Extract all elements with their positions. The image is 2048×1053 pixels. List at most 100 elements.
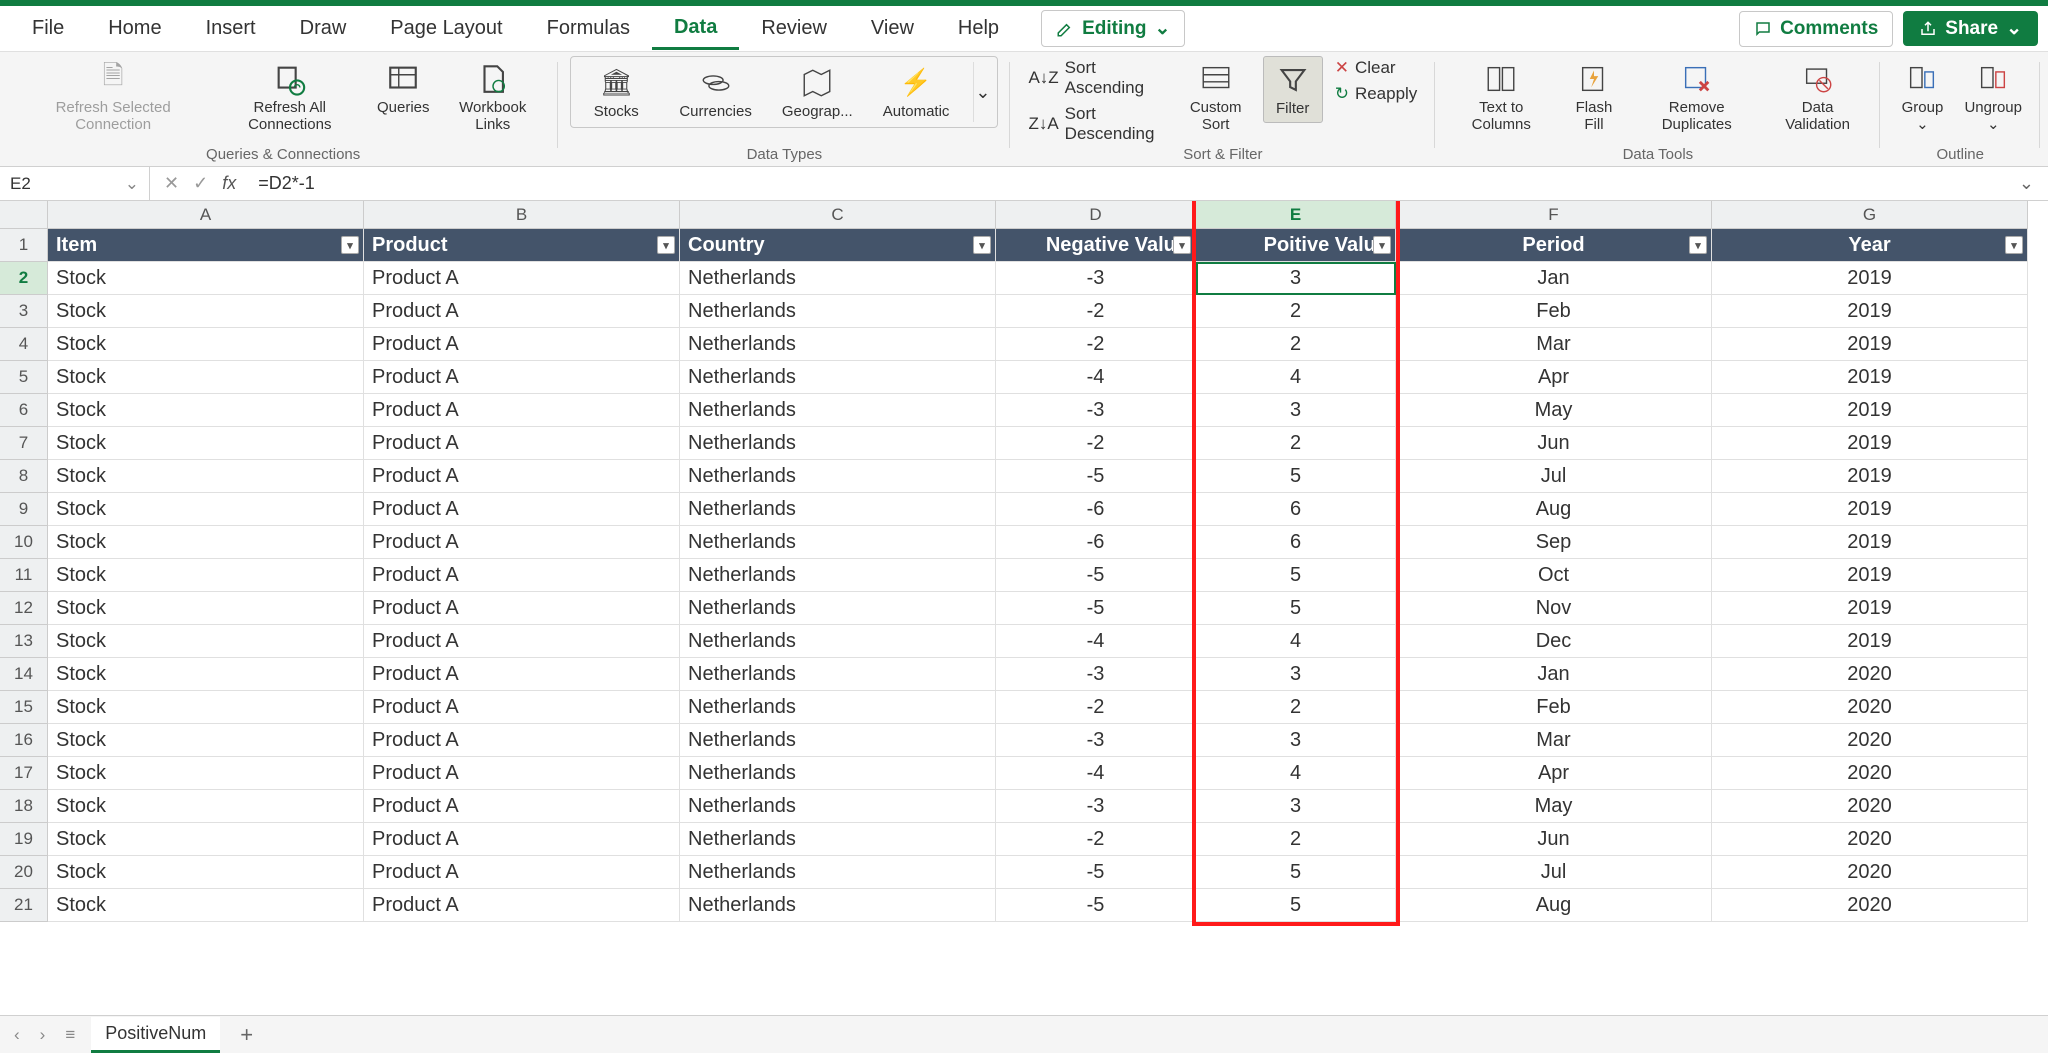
cell[interactable]: 3 xyxy=(1196,790,1396,823)
cell[interactable]: -5 xyxy=(996,889,1196,922)
cell[interactable]: 2019 xyxy=(1712,559,2028,592)
cell[interactable]: Netherlands xyxy=(680,592,996,625)
cell[interactable]: Stock xyxy=(48,559,364,592)
cell[interactable]: -3 xyxy=(996,790,1196,823)
cancel-formula-icon[interactable]: ✕ xyxy=(164,173,179,194)
cell[interactable]: 5 xyxy=(1196,592,1396,625)
column-header-B[interactable]: B xyxy=(364,201,680,229)
table-header-cell[interactable]: Period▾ xyxy=(1396,229,1712,262)
cell[interactable]: Stock xyxy=(48,856,364,889)
expand-formula-bar[interactable]: ⌄ xyxy=(2005,173,2048,194)
filter-toggle[interactable]: ▾ xyxy=(1689,236,1707,254)
row-header[interactable]: 9 xyxy=(0,493,48,526)
cell[interactable]: -5 xyxy=(996,460,1196,493)
cell[interactable]: Stock xyxy=(48,658,364,691)
cell[interactable]: Product A xyxy=(364,526,680,559)
cell[interactable]: Oct xyxy=(1396,559,1712,592)
cell[interactable]: Product A xyxy=(364,262,680,295)
cell[interactable]: 5 xyxy=(1196,460,1396,493)
cell[interactable]: Netherlands xyxy=(680,493,996,526)
cell[interactable]: Netherlands xyxy=(680,526,996,559)
cell[interactable]: -4 xyxy=(996,757,1196,790)
cell[interactable]: 2020 xyxy=(1712,790,2028,823)
menu-help[interactable]: Help xyxy=(936,9,1021,48)
cell[interactable]: Jul xyxy=(1396,460,1712,493)
cell[interactable]: Product A xyxy=(364,790,680,823)
cell[interactable]: Stock xyxy=(48,592,364,625)
group-button[interactable]: Group⌄ xyxy=(1892,56,1952,137)
menu-file[interactable]: File xyxy=(10,9,86,48)
menu-draw[interactable]: Draw xyxy=(278,9,369,48)
row-header[interactable]: 5 xyxy=(0,361,48,394)
cell[interactable]: Product A xyxy=(364,757,680,790)
cell[interactable]: Stock xyxy=(48,295,364,328)
row-header[interactable]: 20 xyxy=(0,856,48,889)
currencies-button[interactable]: Currencies xyxy=(673,60,758,125)
cell[interactable]: Netherlands xyxy=(680,823,996,856)
table-header-cell[interactable]: Item▾ xyxy=(48,229,364,262)
cell[interactable]: 2019 xyxy=(1712,394,2028,427)
sort-descending-button[interactable]: Z↓ASort Descending xyxy=(1022,102,1168,146)
cell[interactable]: Netherlands xyxy=(680,427,996,460)
add-sheet-button[interactable]: + xyxy=(232,1022,261,1048)
cell[interactable]: 2019 xyxy=(1712,592,2028,625)
refresh-selected-button[interactable]: 🗎 Refresh Selected Connection xyxy=(20,56,206,137)
cell[interactable]: Product A xyxy=(364,427,680,460)
cell[interactable]: Netherlands xyxy=(680,724,996,757)
cell[interactable]: -3 xyxy=(996,394,1196,427)
cell[interactable]: Netherlands xyxy=(680,361,996,394)
row-header[interactable]: 6 xyxy=(0,394,48,427)
cell[interactable]: 3 xyxy=(1196,394,1396,427)
cell[interactable]: Product A xyxy=(364,889,680,922)
filter-toggle[interactable]: ▾ xyxy=(973,236,991,254)
filter-toggle[interactable]: ▾ xyxy=(1373,236,1391,254)
cell[interactable]: Netherlands xyxy=(680,262,996,295)
row-header[interactable]: 12 xyxy=(0,592,48,625)
cell[interactable]: -3 xyxy=(996,724,1196,757)
table-header-cell[interactable]: Poitive Value▾ xyxy=(1196,229,1396,262)
cell[interactable]: Nov xyxy=(1396,592,1712,625)
cell[interactable]: Stock xyxy=(48,889,364,922)
accept-formula-icon[interactable]: ✓ xyxy=(193,173,208,194)
cell[interactable]: 2019 xyxy=(1712,295,2028,328)
row-header[interactable]: 14 xyxy=(0,658,48,691)
cell[interactable]: -5 xyxy=(996,592,1196,625)
cell[interactable]: Netherlands xyxy=(680,691,996,724)
cell[interactable]: 2 xyxy=(1196,328,1396,361)
select-all-corner[interactable] xyxy=(0,201,48,229)
cell[interactable]: 3 xyxy=(1196,658,1396,691)
cell[interactable]: Jul xyxy=(1396,856,1712,889)
text-to-columns-button[interactable]: Text to Columns xyxy=(1447,56,1555,137)
cell[interactable]: Apr xyxy=(1396,361,1712,394)
cell[interactable]: -2 xyxy=(996,823,1196,856)
editing-mode-button[interactable]: Editing ⌄ xyxy=(1041,10,1185,47)
filter-toggle[interactable]: ▾ xyxy=(1173,236,1191,254)
cell[interactable]: Netherlands xyxy=(680,559,996,592)
reapply-button[interactable]: ↻Reapply xyxy=(1329,82,1424,106)
cell[interactable]: Stock xyxy=(48,427,364,460)
stocks-button[interactable]: 🏛 Stocks xyxy=(577,60,655,125)
formula-input[interactable]: =D2*-1 xyxy=(250,173,2005,194)
cell[interactable]: Stock xyxy=(48,493,364,526)
row-header[interactable]: 8 xyxy=(0,460,48,493)
cell[interactable]: 4 xyxy=(1196,361,1396,394)
column-header-F[interactable]: F xyxy=(1396,201,1712,229)
cell[interactable]: Jan xyxy=(1396,262,1712,295)
cell[interactable]: Netherlands xyxy=(680,460,996,493)
cell[interactable]: 6 xyxy=(1196,526,1396,559)
row-header[interactable]: 10 xyxy=(0,526,48,559)
cell[interactable]: Product A xyxy=(364,493,680,526)
cell[interactable]: 5 xyxy=(1196,559,1396,592)
cell[interactable]: 4 xyxy=(1196,757,1396,790)
cell[interactable]: -5 xyxy=(996,559,1196,592)
cell[interactable]: Sep xyxy=(1396,526,1712,559)
cell[interactable]: 2 xyxy=(1196,691,1396,724)
automatic-button[interactable]: ⚡ Automatic xyxy=(877,60,956,125)
cell[interactable]: 2020 xyxy=(1712,757,2028,790)
cell[interactable]: Netherlands xyxy=(680,790,996,823)
cell[interactable]: Netherlands xyxy=(680,757,996,790)
cell[interactable]: -4 xyxy=(996,625,1196,658)
cell[interactable]: Product A xyxy=(364,295,680,328)
cell[interactable]: -3 xyxy=(996,658,1196,691)
cell[interactable]: 2019 xyxy=(1712,427,2028,460)
